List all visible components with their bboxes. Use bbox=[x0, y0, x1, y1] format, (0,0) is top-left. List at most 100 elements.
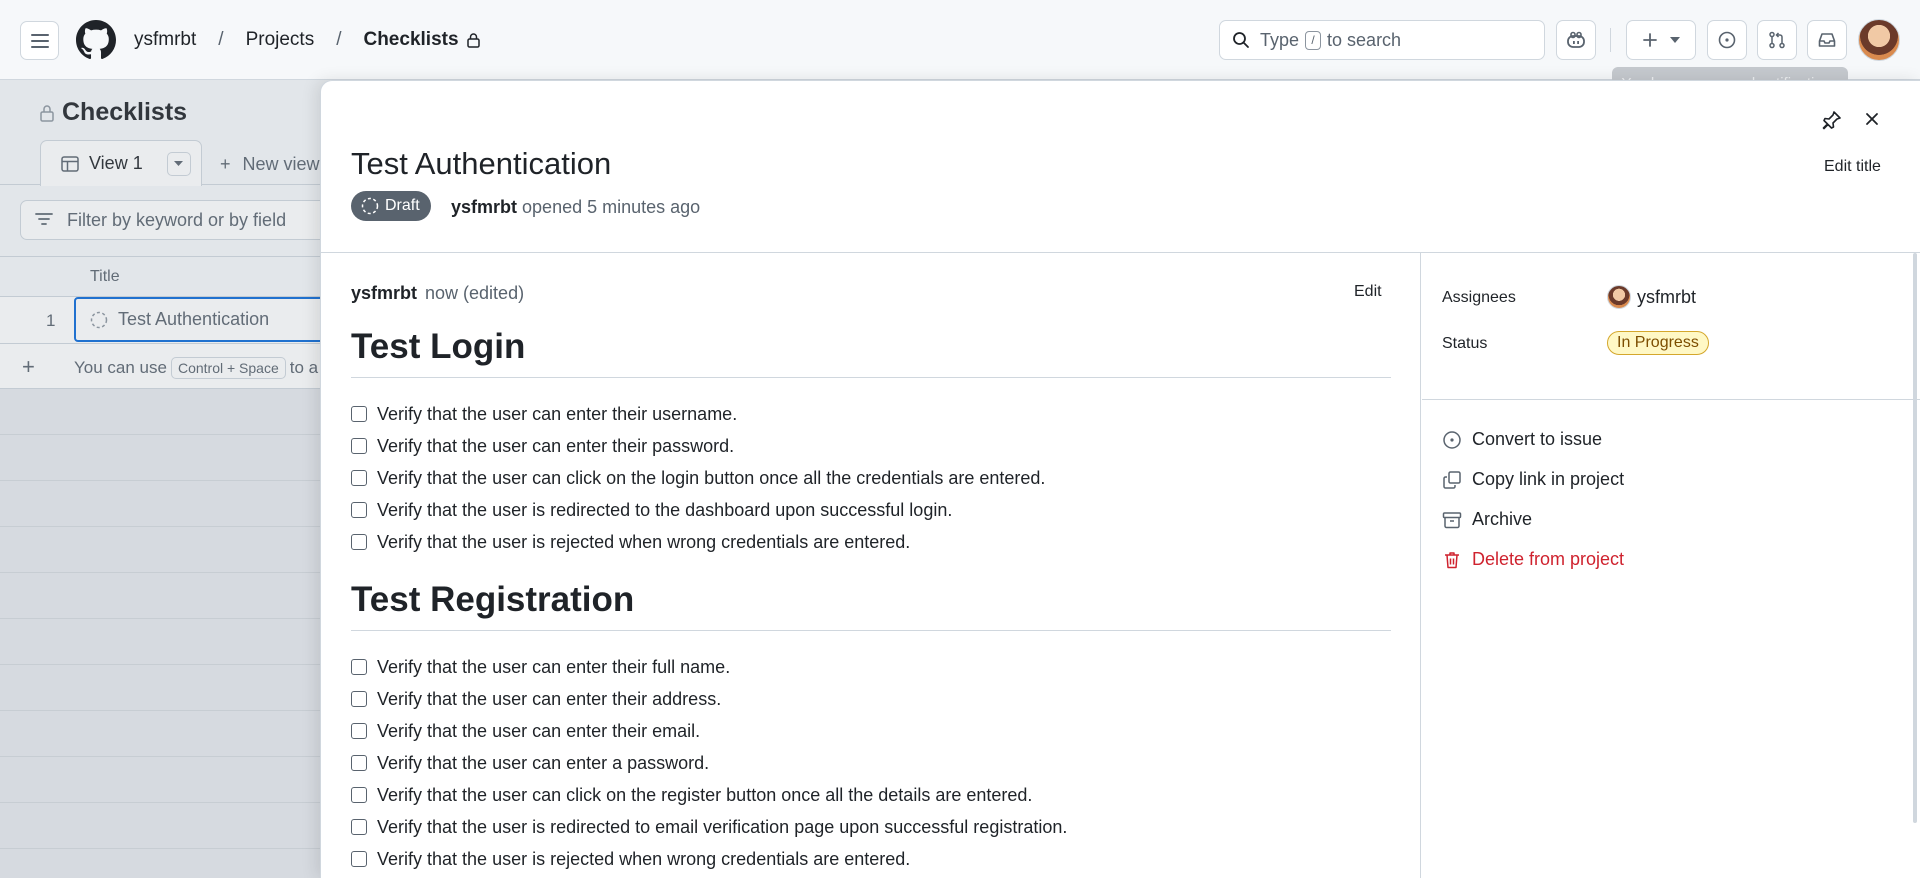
checklist-item: Verify that the user can enter their pas… bbox=[351, 430, 1391, 462]
checklist-item-text: Verify that the user can click on the lo… bbox=[377, 467, 1046, 488]
draft-issue-icon bbox=[361, 197, 379, 215]
header-divider bbox=[1610, 28, 1611, 52]
checklist-item-text: Verify that the user can enter a passwor… bbox=[377, 752, 710, 773]
draft-status-pill: Draft bbox=[351, 191, 431, 221]
inbox-button[interactable] bbox=[1807, 20, 1847, 60]
user-avatar[interactable] bbox=[1858, 19, 1900, 61]
sidebar-scrollbar[interactable] bbox=[1913, 253, 1917, 823]
pull-requests-button[interactable] bbox=[1757, 20, 1797, 60]
status-label: Status bbox=[1442, 335, 1488, 352]
checklist-item: Verify that the user can enter a passwor… bbox=[351, 747, 1391, 779]
item-side-panel: Test Authentication Draft ysfmrbt opened… bbox=[320, 80, 1920, 878]
checkbox[interactable] bbox=[351, 851, 367, 867]
checklist: Verify that the user can enter their ful… bbox=[351, 651, 1391, 875]
copy-link-button[interactable]: Copy link in project bbox=[1442, 469, 1624, 490]
breadcrumb-project[interactable]: Checklists bbox=[363, 29, 458, 51]
section-heading: Test Registration bbox=[351, 580, 1391, 631]
copilot-button[interactable] bbox=[1556, 20, 1596, 60]
checklist-item: Verify that the user is rejected when wr… bbox=[351, 526, 1391, 558]
menu-button[interactable] bbox=[20, 21, 59, 60]
caret-down-icon bbox=[1670, 37, 1680, 43]
draft-label: Draft bbox=[385, 197, 420, 214]
author-link[interactable]: ysfmrbt bbox=[451, 197, 517, 217]
issue-opened-icon bbox=[1443, 430, 1461, 449]
opened-text: opened 5 minutes ago bbox=[522, 197, 701, 217]
assignees-label: Assignees bbox=[1442, 289, 1516, 306]
pin-icon[interactable] bbox=[1821, 109, 1843, 131]
checkbox[interactable] bbox=[351, 819, 367, 835]
checkbox[interactable] bbox=[351, 470, 367, 486]
checklist-item-text: Verify that the user can enter their use… bbox=[377, 403, 738, 424]
copilot-icon bbox=[1567, 31, 1585, 48]
checklist-item-text: Verify that the user can enter their add… bbox=[377, 688, 722, 709]
create-new-button[interactable] bbox=[1626, 20, 1696, 60]
search-icon bbox=[1233, 32, 1249, 48]
status-badge: In Progress bbox=[1607, 331, 1709, 355]
backdrop[interactable] bbox=[0, 80, 330, 878]
checklist-item: Verify that the user is redirected to em… bbox=[351, 811, 1391, 843]
assignee-name: ysfmrbt bbox=[1637, 286, 1697, 307]
checkbox[interactable] bbox=[351, 755, 367, 771]
checklist-item: Verify that the user is redirected to th… bbox=[351, 494, 1391, 526]
checklist-item-text: Verify that the user can enter their pas… bbox=[377, 435, 735, 456]
item-title: Test Authentication bbox=[351, 146, 612, 181]
checkbox[interactable] bbox=[351, 502, 367, 518]
git-pull-request-icon bbox=[1769, 31, 1785, 49]
checklist-item: Verify that the user can click on the lo… bbox=[351, 462, 1391, 494]
convert-to-issue-label: Convert to issue bbox=[1472, 429, 1603, 449]
checkbox[interactable] bbox=[351, 691, 367, 707]
checklist-item: Verify that the user is rejected when wr… bbox=[351, 843, 1391, 875]
hamburger-icon bbox=[30, 33, 49, 48]
breadcrumb-owner[interactable]: ysfmrbt bbox=[134, 29, 196, 51]
search-prefix: Type bbox=[1260, 29, 1300, 50]
archive-button[interactable]: Archive bbox=[1442, 509, 1532, 530]
issue-opened-icon bbox=[1718, 31, 1736, 49]
panel-header: Test Authentication Draft ysfmrbt opened… bbox=[321, 81, 1920, 253]
checkbox[interactable] bbox=[351, 787, 367, 803]
checklist-item-text: Verify that the user is rejected when wr… bbox=[377, 531, 911, 552]
delete-from-project-button[interactable]: Delete from project bbox=[1442, 549, 1624, 570]
checklist-item: Verify that the user can enter their ful… bbox=[351, 651, 1391, 683]
checkbox[interactable] bbox=[351, 438, 367, 454]
comment-author[interactable]: ysfmrbt bbox=[351, 283, 417, 303]
edit-body-button[interactable]: Edit bbox=[1354, 283, 1382, 301]
sidebar-divider bbox=[1422, 399, 1920, 400]
plus-icon bbox=[1643, 33, 1657, 47]
copy-link-label: Copy link in project bbox=[1472, 469, 1625, 489]
checklist: Verify that the user can enter their use… bbox=[351, 398, 1391, 558]
section-heading: Test Login bbox=[351, 327, 1391, 378]
checklist-item-text: Verify that the user is redirected to th… bbox=[377, 499, 953, 520]
checklist-item: Verify that the user can enter their ema… bbox=[351, 715, 1391, 747]
opened-meta: ysfmrbt opened 5 minutes ago bbox=[451, 197, 700, 218]
comment-header: ysfmrbt now (edited) bbox=[351, 283, 524, 304]
github-logo-icon[interactable] bbox=[76, 20, 116, 60]
search-shortcut-key: / bbox=[1305, 30, 1322, 50]
archive-label: Archive bbox=[1472, 509, 1533, 529]
item-sidebar: Assignees ysfmrbt Status In Progress Con… bbox=[1422, 253, 1920, 878]
breadcrumb-projects[interactable]: Projects bbox=[246, 29, 315, 51]
issues-button[interactable] bbox=[1707, 20, 1747, 60]
checklist-item: Verify that the user can enter their use… bbox=[351, 398, 1391, 430]
search-suffix: to search bbox=[1327, 29, 1402, 50]
checklist-item-text: Verify that the user can enter their ful… bbox=[377, 656, 731, 677]
checklist-item-text: Verify that the user is redirected to em… bbox=[377, 816, 1068, 837]
archive-icon bbox=[1442, 511, 1462, 528]
checklist-item: Verify that the user can click on the re… bbox=[351, 779, 1391, 811]
checklist-item-text: Verify that the user can click on the re… bbox=[377, 784, 1033, 805]
comment-meta: now (edited) bbox=[425, 283, 525, 303]
checkbox[interactable] bbox=[351, 723, 367, 739]
copy-icon bbox=[1443, 470, 1461, 489]
convert-to-issue-button[interactable]: Convert to issue bbox=[1442, 429, 1602, 450]
close-icon[interactable] bbox=[1862, 109, 1882, 129]
checkbox[interactable] bbox=[351, 659, 367, 675]
checkbox[interactable] bbox=[351, 406, 367, 422]
lock-icon bbox=[466, 32, 480, 48]
checkbox[interactable] bbox=[351, 534, 367, 550]
status-value[interactable]: In Progress bbox=[1607, 331, 1709, 355]
assignees-value[interactable]: ysfmrbt bbox=[1607, 285, 1696, 309]
delete-label: Delete from project bbox=[1472, 549, 1625, 569]
checklist-item-text: Verify that the user is rejected when wr… bbox=[377, 848, 911, 869]
inbox-icon bbox=[1818, 33, 1836, 47]
search-input[interactable]: Type / to search bbox=[1219, 20, 1545, 60]
edit-title-button[interactable]: Edit title bbox=[1824, 158, 1881, 176]
